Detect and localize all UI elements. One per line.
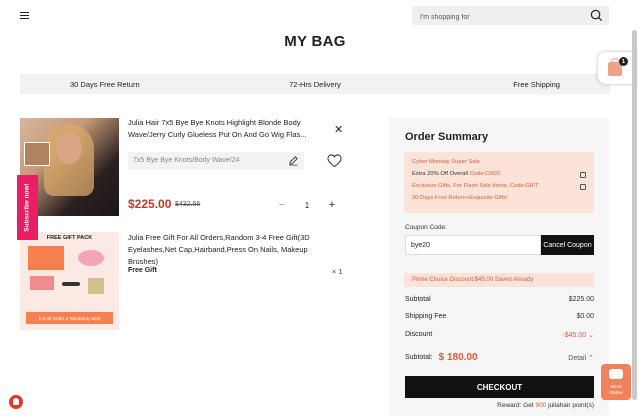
- bag-count-badge: 1: [619, 57, 628, 66]
- chevron-up-icon: ⌃: [588, 354, 594, 362]
- wishlist-heart-icon[interactable]: [327, 154, 342, 168]
- copy-code-icon[interactable]: [580, 184, 586, 190]
- cancel-coupon-button[interactable]: Cancel Coupon: [541, 235, 594, 255]
- benefit-free-shipping: Free Shipping: [513, 79, 560, 89]
- summary-row-subtotal: Subtotal $225.00: [405, 296, 594, 303]
- search-icon[interactable]: [590, 9, 603, 22]
- subtotal-amount: $ 180.00: [438, 352, 478, 363]
- chat-bubble-icon: [609, 369, 623, 379]
- product-image-free-gift[interactable]: FREE GIFT PACK For All Order & Randomly …: [20, 232, 119, 330]
- gift-pack-footer: For All Order & Randomly Sent: [26, 312, 113, 324]
- summary-row-discount[interactable]: Discount -$45.00 ⌄: [405, 331, 594, 339]
- row-value: $225.00: [568, 296, 594, 303]
- promo-line: 30 Days Free Return+Exquisite Gifts!: [412, 195, 508, 201]
- checkout-button[interactable]: CHECKOUT: [405, 376, 594, 398]
- order-summary-panel: Order Summary Cyber Monday Super Sale Ex…: [389, 118, 609, 416]
- page-scrollbar[interactable]: [632, 30, 637, 400]
- hamburger-menu-icon[interactable]: [20, 12, 29, 19]
- gift-quantity: × 1: [332, 267, 343, 276]
- product-price: $225.00: [128, 197, 172, 211]
- product-title[interactable]: Julia Hair 7x5 Bye Bye Knots Highlight B…: [128, 117, 313, 141]
- remove-item-icon[interactable]: ✕: [334, 125, 343, 136]
- promo-line: Cyber Monday Super Sale: [412, 159, 480, 165]
- product-original-price: $432.66: [175, 201, 201, 208]
- subtotal-line: Subtotal: $ 180.00 Detail ⌃: [405, 352, 594, 363]
- detail-toggle[interactable]: Detail ⌃: [568, 354, 594, 362]
- promo-box: Cyber Monday Super Sale Extra 20% Off Ov…: [404, 152, 594, 213]
- promo-line: Extra 20% Off Overall Code:CM20: [412, 171, 501, 177]
- quantity-value[interactable]: 1: [292, 201, 322, 210]
- row-label: Shipping Fee: [405, 313, 447, 320]
- coupon-label: Coupon Code:: [405, 224, 447, 231]
- row-label: Discount: [405, 331, 433, 338]
- row-value: $0.00: [576, 313, 594, 320]
- order-summary-title: Order Summary: [405, 131, 489, 143]
- subscribe-tab[interactable]: Subscribe now!: [17, 175, 38, 240]
- gift-title[interactable]: Julia Free Gift For All Orders,Random 3-…: [128, 232, 313, 268]
- row-value: -$45.00 ⌄: [562, 332, 594, 339]
- chevron-down-icon: ⌄: [588, 332, 594, 339]
- variant-label: 7x5 Bye Bye Knots/Body Wave/24: [133, 157, 240, 164]
- benefit-free-return: 30 Days Free Return: [70, 79, 140, 89]
- subscribe-label: Subscribe now!: [24, 183, 31, 232]
- notification-bell-icon[interactable]: [9, 395, 23, 409]
- quantity-stepper: − 1 +: [272, 195, 342, 215]
- variant-selector[interactable]: 7x5 Bye Bye Knots/Body Wave/24: [128, 152, 304, 170]
- promo-line: Exclusive Gifts, For Flash Sale Items, C…: [412, 183, 539, 189]
- page-title: MY BAG: [284, 33, 346, 50]
- discount-saved-note: Prime Choice Discount:$45.00 Saved Alrea…: [404, 273, 594, 287]
- quantity-increase-button[interactable]: +: [322, 199, 342, 211]
- quantity-decrease-button[interactable]: −: [272, 199, 292, 211]
- summary-row-shipping: Shipping Fee $0.00: [405, 313, 594, 320]
- search-bar[interactable]: [412, 6, 609, 27]
- benefits-bar: 30 Days Free Return 72-Hrs Delivery Free…: [20, 74, 610, 94]
- coupon-code-input[interactable]: [405, 235, 541, 255]
- reward-text: Reward: Get 900 juliahair point(s): [497, 402, 594, 409]
- floating-bag-button[interactable]: 1: [598, 52, 634, 84]
- edit-pencil-icon[interactable]: [288, 155, 299, 166]
- subtotal-label: Subtotal:: [405, 354, 433, 361]
- benefit-delivery: 72-Hrs Delivery: [289, 79, 341, 89]
- gift-label: Free Gift: [128, 267, 157, 274]
- row-label: Subtotal: [405, 296, 431, 303]
- copy-code-icon[interactable]: [580, 172, 586, 178]
- search-input[interactable]: [412, 8, 582, 27]
- live-chat-button[interactable]: We're Online: [601, 364, 631, 400]
